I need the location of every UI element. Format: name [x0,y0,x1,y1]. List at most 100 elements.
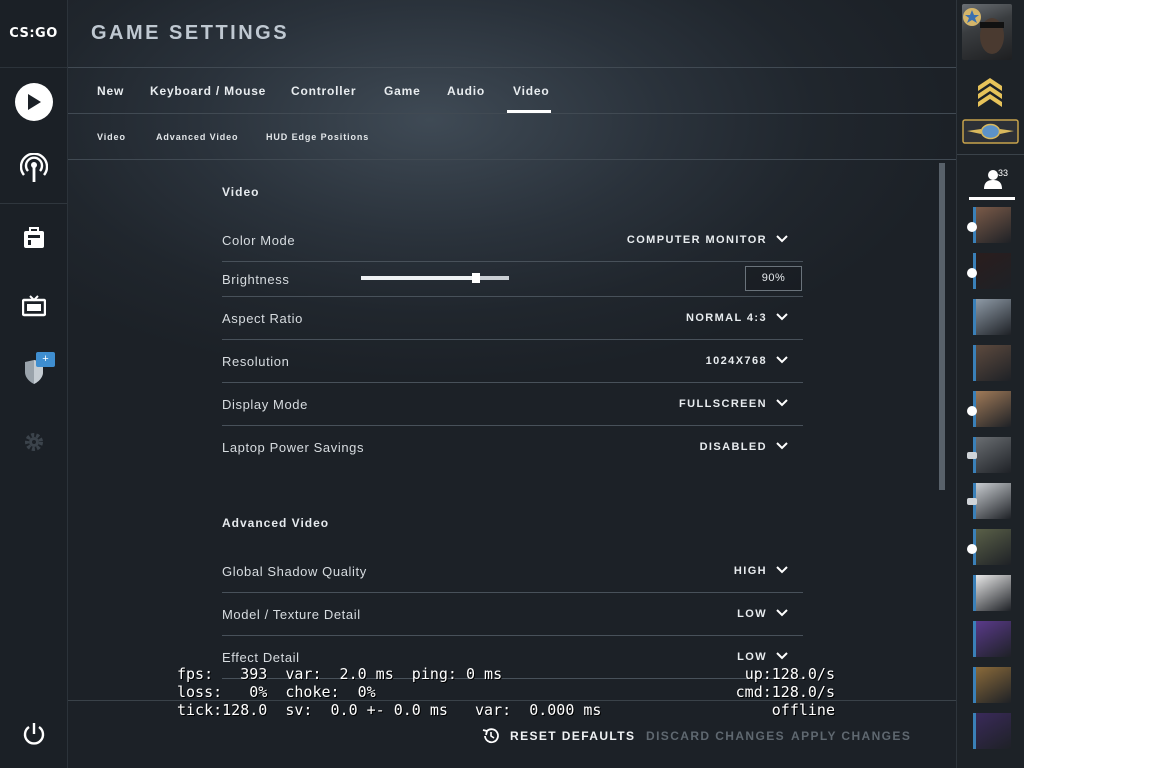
friend-avatar[interactable] [973,575,1011,611]
app-window: CS:GO + GAME SETTINGS New Keyboard / Mou… [0,0,1024,768]
chevron-down-icon[interactable] [775,439,789,453]
nav-divider [0,203,67,204]
shadow-quality-value[interactable]: HIGH [734,565,767,577]
play-button[interactable] [0,72,67,132]
chevron-down-icon[interactable] [775,232,789,246]
broadcast-icon [19,153,48,182]
chevron-down-icon[interactable] [775,563,789,577]
watch-broadcast-button[interactable] [0,138,67,198]
friend-avatar[interactable] [973,253,1011,289]
page-title: GAME SETTINGS [91,22,290,44]
subtab-video[interactable]: Video [97,132,126,142]
subtab-advanced-video[interactable]: Advanced Video [156,132,238,142]
settings-scrollbar-thumb[interactable] [939,163,945,490]
resolution-value[interactable]: 1024X768 [706,355,767,367]
brightness-slider-handle[interactable] [472,273,481,283]
header-divider [68,67,956,68]
tab-audio[interactable]: Audio [447,84,485,98]
netgraph-upload-rate: up:128.0/s [744,665,835,683]
netgraph-cmd-rate: cmd:128.0/s [735,683,835,701]
chevron-down-icon[interactable] [775,606,789,620]
color-mode-value[interactable]: COMPUTER MONITOR [627,234,767,246]
texture-detail-label: Model / Texture Detail [222,607,361,622]
brightness-row: Brightness [222,272,803,312]
friends-online-count: 33 [998,168,1009,178]
in-game-icon [967,406,977,416]
friend-avatar[interactable] [973,391,1011,427]
inventory-button[interactable] [0,208,67,268]
friends-divider [957,154,1024,155]
brightness-label: Brightness [222,272,290,287]
row-divider [222,382,803,383]
subtabs-divider [68,159,956,160]
away-icon [967,498,977,505]
display-mode-label: Display Mode [222,397,308,412]
tab-game[interactable]: Game [384,84,421,98]
effect-detail-label: Effect Detail [222,650,300,665]
resolution-row[interactable]: Resolution 1024X768 [222,354,803,394]
effect-detail-value[interactable]: LOW [737,651,767,663]
in-game-icon [967,268,977,278]
power-button[interactable] [0,704,67,764]
power-icon [23,723,44,745]
watch-button[interactable] [0,276,67,336]
apply-changes-button[interactable]: APPLY CHANGES [791,729,911,743]
friend-avatar[interactable] [973,299,1011,335]
texture-detail-value[interactable]: LOW [737,608,767,620]
chevron-down-icon[interactable] [775,310,789,324]
tab-controller[interactable]: Controller [291,84,356,98]
texture-detail-row[interactable]: Model / Texture Detail LOW [222,607,803,647]
friend-avatar[interactable] [973,437,1011,473]
netgraph-line-1: fps: 393 var: 2.0 ms ping: 0 ms [177,665,503,683]
rank-icon[interactable] [962,74,1018,110]
chevron-down-icon[interactable] [775,396,789,410]
netgraph-status: offline [771,701,835,719]
brightness-value-input[interactable]: 90% [745,266,802,291]
tab-keyboard-mouse[interactable]: Keyboard / Mouse [150,84,266,98]
laptop-power-row[interactable]: Laptop Power Savings DISABLED [222,440,803,480]
row-divider [222,425,803,426]
brightness-slider-fill [361,276,477,280]
row-divider [222,261,803,262]
laptop-power-value[interactable]: DISABLED [700,441,767,453]
color-mode-label: Color Mode [222,233,296,248]
service-medal-icon[interactable] [962,119,1019,144]
netgraph-line-3: tick:128.0 sv: 0.0 +- 0.0 ms var: 0.000 … [177,701,602,719]
friend-avatar[interactable] [973,621,1011,657]
display-mode-value[interactable]: FULLSCREEN [679,398,767,410]
settings-button[interactable] [0,412,67,472]
row-divider [222,339,803,340]
in-game-icon [967,222,977,232]
aspect-ratio-row[interactable]: Aspect Ratio NORMAL 4:3 [222,311,803,351]
tab-new[interactable]: New [97,84,124,98]
aspect-ratio-label: Aspect Ratio [222,311,303,326]
player-avatar[interactable] [962,4,1012,60]
friend-avatar[interactable] [973,483,1011,519]
row-divider [222,296,803,297]
display-mode-row[interactable]: Display Mode FULLSCREEN [222,397,803,437]
friend-avatar[interactable] [973,207,1011,243]
tabs-divider [68,113,956,114]
tab-video[interactable]: Video [513,84,549,98]
inventory-icon [23,227,44,248]
shadow-quality-label: Global Shadow Quality [222,564,367,579]
discard-changes-button[interactable]: DISCARD CHANGES [646,729,785,743]
resolution-label: Resolution [222,354,290,369]
operation-button[interactable] [0,342,67,402]
play-icon [14,83,53,121]
friend-avatar[interactable] [973,345,1011,381]
reset-defaults-button[interactable]: RESET DEFAULTS [510,729,635,743]
friend-avatar[interactable] [973,667,1011,703]
friend-avatar[interactable] [973,713,1011,749]
subtab-hud-edge-positions[interactable]: HUD Edge Positions [266,132,369,142]
chevron-down-icon[interactable] [775,353,789,367]
shadow-quality-row[interactable]: Global Shadow Quality HIGH [222,564,803,604]
color-mode-row[interactable]: Color Mode COMPUTER MONITOR [222,233,803,273]
new-badge: + [36,352,55,367]
csgo-logo[interactable]: CS:GO [0,0,67,68]
laptop-power-label: Laptop Power Savings [222,440,365,455]
aspect-ratio-value[interactable]: NORMAL 4:3 [686,312,767,324]
chevron-down-icon[interactable] [775,649,789,663]
brightness-slider[interactable] [361,273,509,283]
friend-avatar[interactable] [973,529,1011,565]
